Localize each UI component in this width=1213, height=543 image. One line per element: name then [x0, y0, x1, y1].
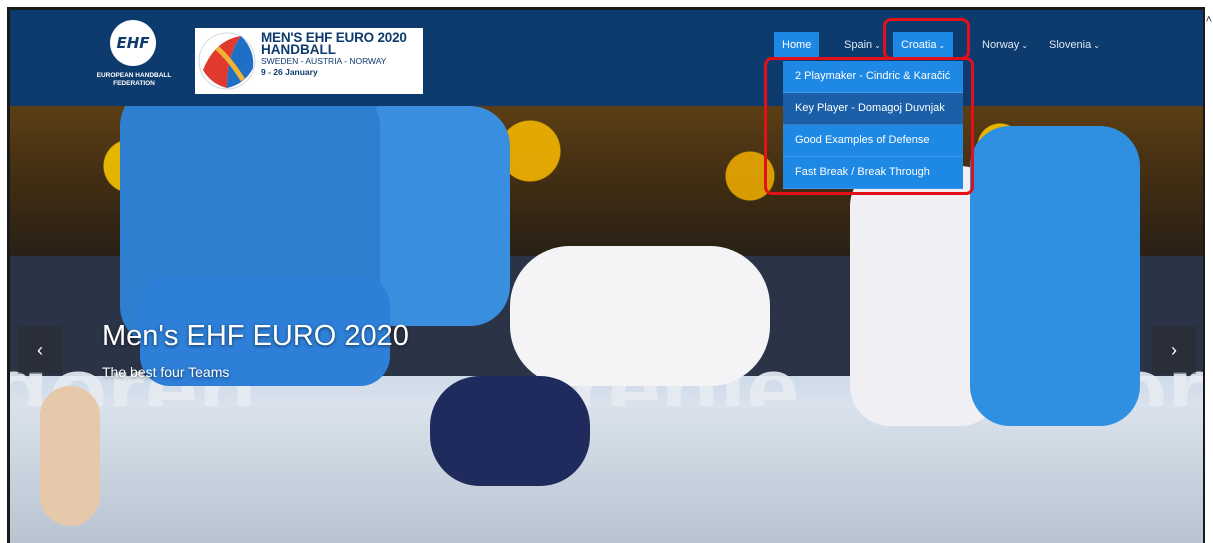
nav-item-spain[interactable]: Spain ⌄: [836, 32, 889, 58]
ehf-logo[interactable]: EHF EUROPEAN HANDBALL FEDERATION: [88, 20, 180, 92]
croatia-highlight-box: [883, 18, 970, 60]
nav-item-home[interactable]: Home: [774, 32, 820, 58]
hero-court-floor: [10, 406, 1203, 543]
banner-sport: HANDBALL: [261, 42, 336, 57]
ehf-logo-caption: EUROPEAN HANDBALL FEDERATION: [96, 72, 172, 87]
player-white-falling: [510, 246, 770, 386]
nav-item-norway[interactable]: Norway ⌄: [974, 32, 1036, 58]
dropdown-highlight-box: [764, 57, 974, 195]
hero-carousel: goren renje gor Men's EHF EURO 2020 The …: [10, 106, 1203, 543]
player-navy-shorts: [430, 376, 590, 486]
handball-logo-icon: [198, 32, 256, 90]
carousel-prev-button[interactable]: ‹: [18, 326, 62, 374]
browser-frame: ˄ EHF EUROPEAN HANDBALL FEDERATION MEN'S…: [0, 0, 1213, 543]
player-blue-right: [970, 126, 1140, 426]
ehf-logo-mark: EHF: [110, 20, 156, 66]
euro-2020-banner[interactable]: MEN'S EHF EURO 2020 HANDBALL SWEDEN - AU…: [195, 28, 423, 94]
carousel-next-button[interactable]: ›: [1152, 326, 1196, 374]
chevron-down-icon: ⌄: [1093, 41, 1100, 50]
chevron-left-icon: ‹: [37, 339, 43, 360]
hero-title: Men's EHF EURO 2020: [102, 320, 409, 352]
nav-slovenia-label: Slovenia: [1049, 39, 1092, 51]
scroll-up-icon[interactable]: ˄: [1206, 14, 1212, 26]
chevron-right-icon: ›: [1171, 339, 1177, 360]
banner-text: MEN'S EHF EURO 2020 HANDBALL SWEDEN - AU…: [261, 31, 407, 77]
frame-right-edge: [1203, 7, 1205, 543]
nav-home-label: Home: [782, 39, 812, 51]
nav-spain-label: Spain: [844, 39, 873, 51]
banner-hosts: SWEDEN - AUSTRIA - NORWAY: [261, 56, 387, 66]
player-leg: [40, 386, 100, 526]
hero-subtitle: The best four Teams: [102, 364, 230, 380]
banner-dates: 9 - 26 January: [261, 67, 318, 77]
nav-norway-label: Norway: [982, 39, 1020, 51]
chevron-down-icon: ⌄: [874, 41, 881, 50]
nav-item-slovenia[interactable]: Slovenia ⌄: [1041, 32, 1108, 58]
chevron-down-icon: ⌄: [1021, 41, 1028, 50]
ehf-logo-text: EHF: [116, 34, 150, 52]
